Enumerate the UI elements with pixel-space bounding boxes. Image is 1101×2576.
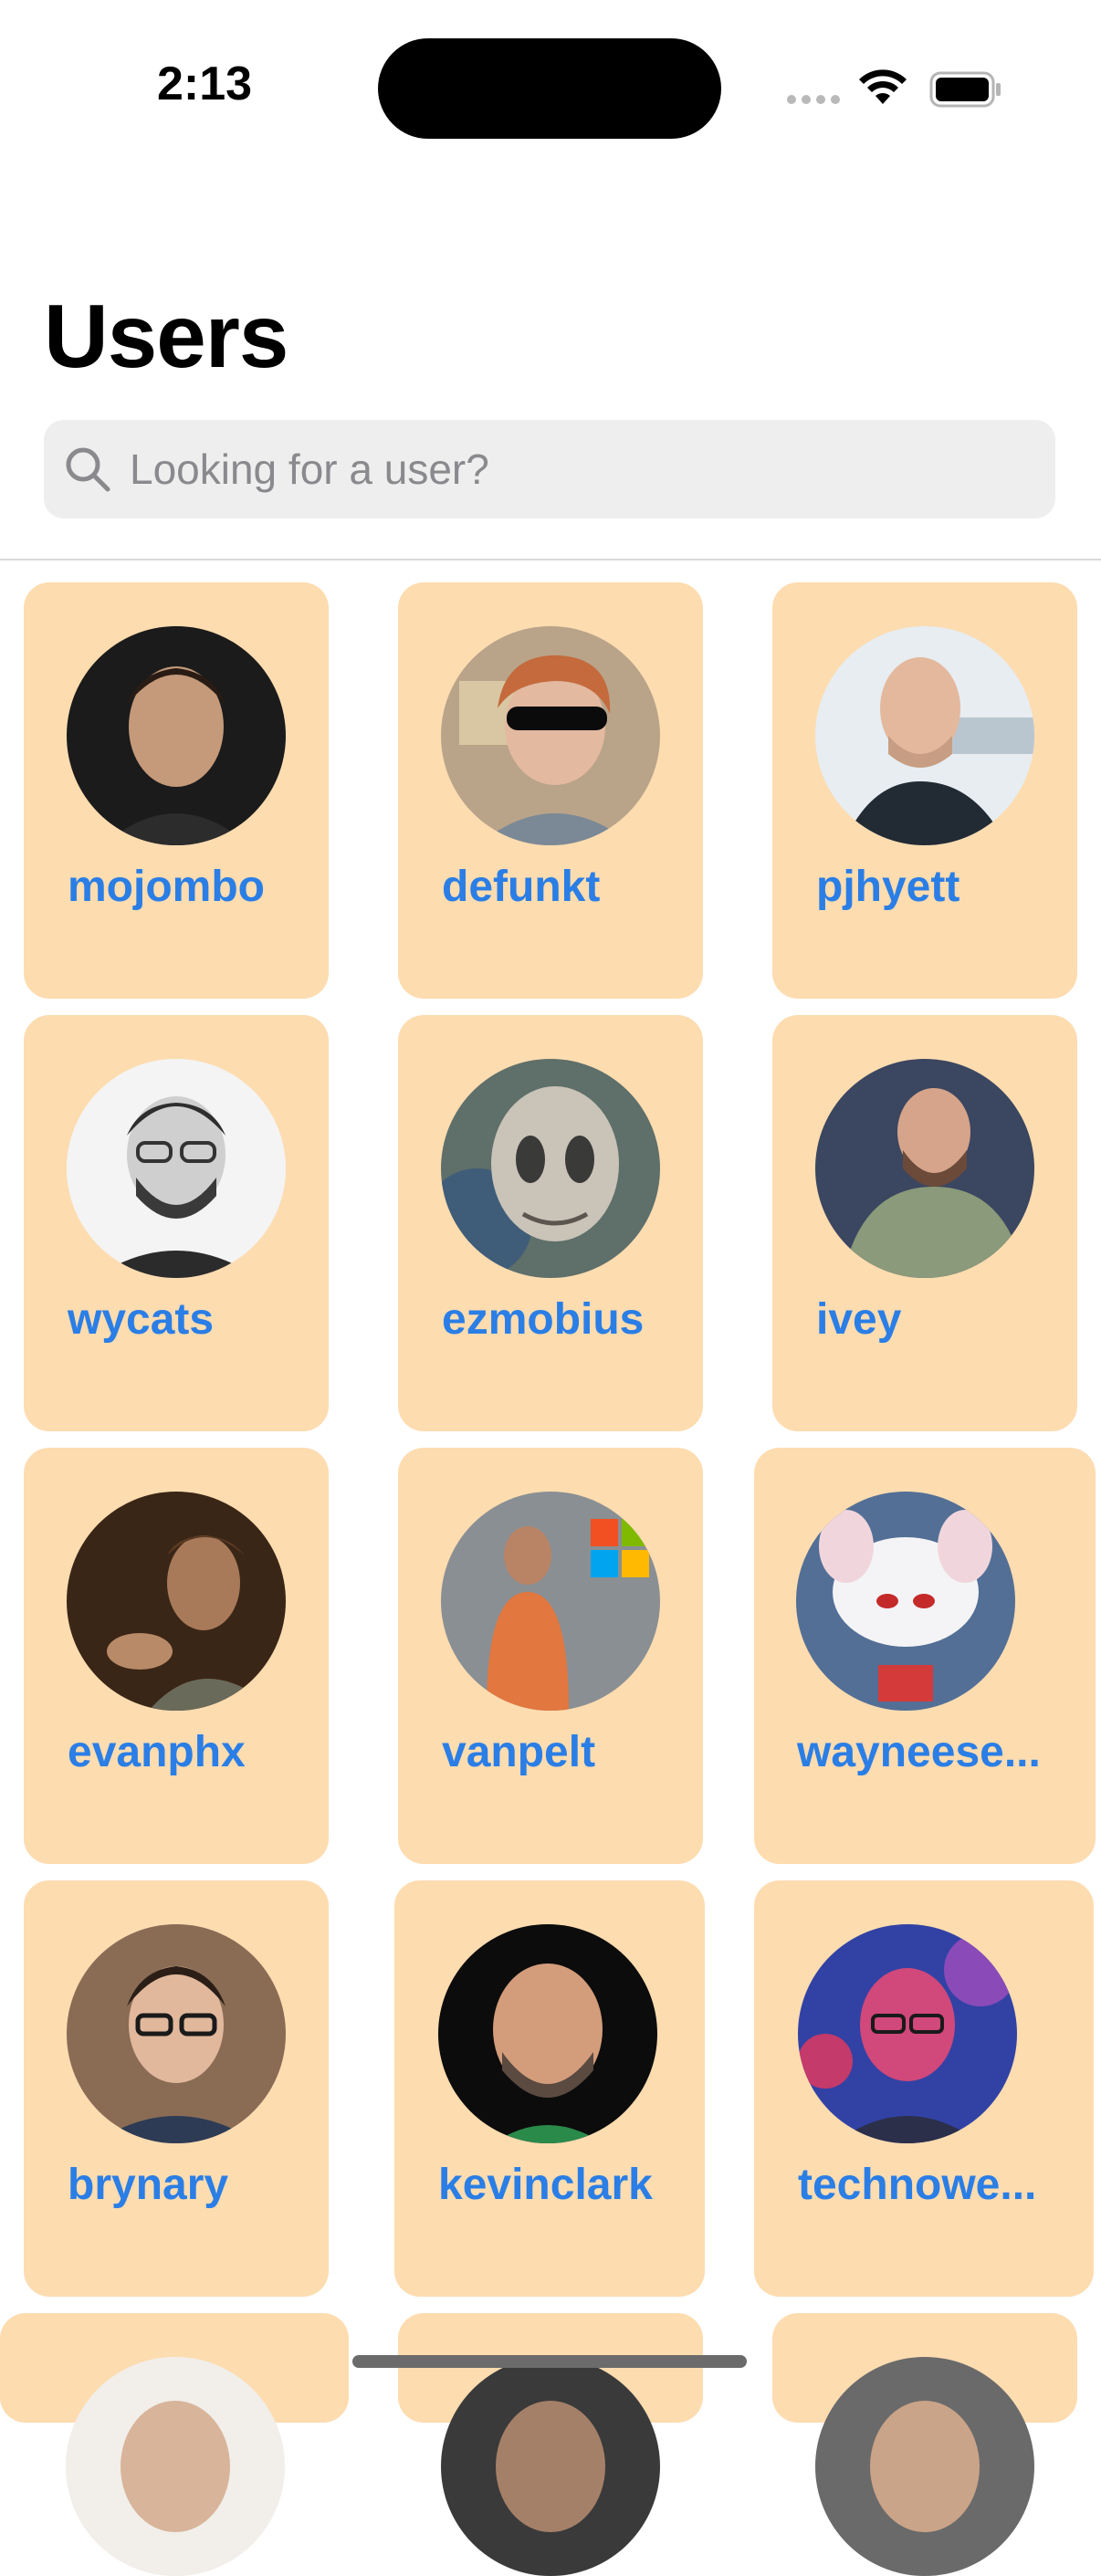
cellular-signal-icon bbox=[787, 95, 840, 104]
user-card[interactable]: brynary bbox=[24, 1880, 329, 2297]
avatar bbox=[815, 1059, 1034, 1278]
search-icon bbox=[64, 445, 111, 497]
avatar bbox=[67, 1924, 286, 2143]
user-card[interactable]: evanphx bbox=[24, 1448, 329, 1864]
username: mojombo bbox=[68, 863, 265, 911]
user-card[interactable]: ivey bbox=[772, 1015, 1077, 1431]
avatar-image bbox=[67, 626, 286, 845]
avatar bbox=[441, 1492, 660, 1711]
user-card[interactable]: ezmobius bbox=[398, 1015, 703, 1431]
home-indicator[interactable] bbox=[352, 2355, 747, 2368]
user-card[interactable]: vanpelt bbox=[398, 1448, 703, 1864]
avatar bbox=[796, 1492, 1015, 1711]
avatar bbox=[441, 626, 660, 845]
username: kevinclark bbox=[438, 2161, 653, 2209]
status-bar: 2:13 bbox=[0, 0, 1101, 173]
avatar-image bbox=[67, 1059, 286, 1278]
avatar-image bbox=[67, 1492, 286, 1711]
status-time: 2:13 bbox=[157, 58, 253, 110]
battery-icon bbox=[929, 71, 1002, 112]
avatar bbox=[66, 2357, 285, 2576]
avatar-image bbox=[796, 1492, 1015, 1711]
avatar-image bbox=[67, 1924, 286, 2143]
avatar-image bbox=[441, 626, 660, 845]
avatar bbox=[67, 1492, 286, 1711]
username: wycats bbox=[68, 1295, 215, 1344]
avatar bbox=[798, 1924, 1017, 2143]
user-card[interactable]: wycats bbox=[24, 1015, 329, 1431]
username: brynary bbox=[68, 2161, 229, 2209]
avatar bbox=[815, 626, 1034, 845]
avatar-image bbox=[441, 1059, 660, 1278]
user-card[interactable] bbox=[0, 2313, 349, 2576]
user-card[interactable]: wayneese... bbox=[754, 1448, 1096, 1864]
user-card[interactable] bbox=[398, 2313, 703, 2576]
user-card[interactable] bbox=[772, 2313, 1077, 2576]
avatar bbox=[67, 626, 286, 845]
username: evanphx bbox=[68, 1728, 246, 1776]
username: ezmobius bbox=[442, 1295, 645, 1344]
avatar-image bbox=[66, 2357, 285, 2576]
avatar-image bbox=[438, 1924, 657, 2143]
avatar-image bbox=[815, 2357, 1034, 2576]
username: wayneese... bbox=[797, 1728, 1041, 1776]
avatar bbox=[815, 2357, 1034, 2576]
username: technowe... bbox=[798, 2161, 1037, 2209]
username: defunkt bbox=[442, 863, 601, 911]
user-card[interactable]: defunkt bbox=[398, 582, 703, 999]
avatar-image bbox=[441, 1492, 660, 1711]
avatar bbox=[67, 1059, 286, 1278]
dynamic-island bbox=[378, 38, 721, 139]
page-title: Users bbox=[44, 286, 288, 386]
username: pjhyett bbox=[816, 863, 960, 911]
username: ivey bbox=[816, 1295, 902, 1344]
user-card[interactable]: pjhyett bbox=[772, 582, 1077, 999]
user-card[interactable]: kevinclark bbox=[394, 1880, 705, 2297]
search-bar[interactable] bbox=[44, 420, 1055, 518]
avatar bbox=[441, 1059, 660, 1278]
avatar-image bbox=[441, 2357, 660, 2576]
avatar-image bbox=[798, 1924, 1017, 2143]
search-input[interactable] bbox=[130, 442, 1024, 497]
avatar bbox=[441, 2357, 660, 2576]
avatar bbox=[438, 1924, 657, 2143]
user-card[interactable]: mojombo bbox=[24, 582, 329, 999]
divider bbox=[0, 559, 1101, 560]
avatar-image bbox=[815, 626, 1034, 845]
avatar-image bbox=[815, 1059, 1034, 1278]
user-card[interactable]: technowe... bbox=[754, 1880, 1094, 2297]
username: vanpelt bbox=[442, 1728, 596, 1776]
wifi-icon bbox=[858, 68, 907, 110]
